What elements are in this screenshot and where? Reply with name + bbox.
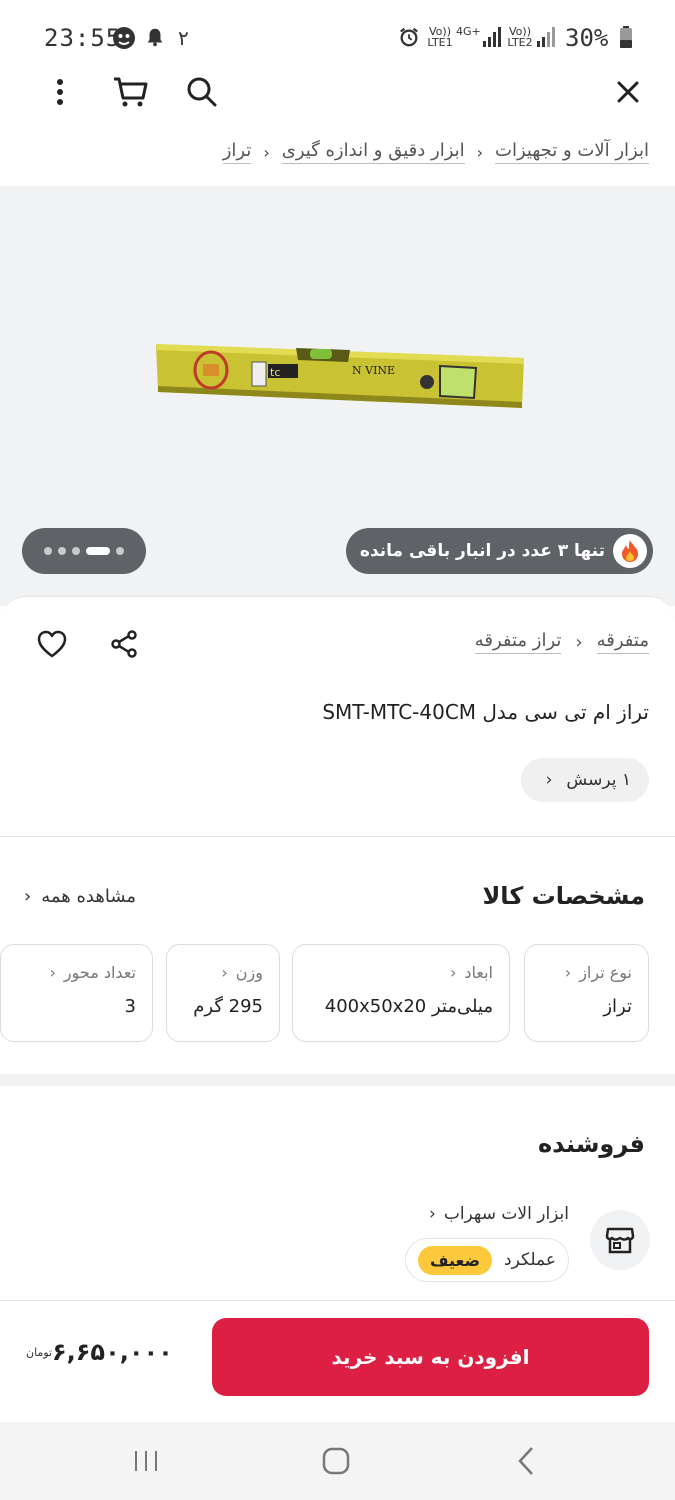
alarm-icon	[398, 26, 420, 48]
system-nav-bar	[0, 1422, 675, 1500]
spec-label: نوع تراز	[579, 963, 632, 982]
more-options-button[interactable]	[38, 70, 82, 114]
product-image-brand: N VINE	[352, 364, 395, 377]
bell-icon	[144, 26, 166, 48]
seller-heading: فروشنده	[538, 1130, 645, 1158]
breadcrumb-item-tools[interactable]: ابزار آلات و تجهیزات	[495, 140, 649, 164]
search-icon	[187, 77, 217, 107]
pagination-dot-active[interactable]	[86, 547, 110, 555]
spec-value: 3	[124, 996, 136, 1017]
pagination-dot[interactable]	[58, 547, 66, 555]
spec-card-level-type[interactable]: نوع تراز ‹ تراز	[524, 944, 649, 1042]
back-icon	[518, 1447, 533, 1475]
price: ۶,۶۵۰,۰۰۰	[52, 1338, 173, 1366]
currency: تومان	[26, 1346, 53, 1359]
status-bar: 23:55 ۲ Vo)) LTE1 4G+ Vo)) LTE2 30%	[0, 0, 675, 64]
sim2-lte: LTE2	[507, 36, 533, 49]
product-title: تراز ام تی سی مدل SMT-MTC-40CM	[322, 700, 649, 724]
questions-button[interactable]: ۱ پرسش ‹	[521, 758, 649, 802]
favorite-button[interactable]	[32, 624, 72, 664]
cart-icon	[114, 77, 148, 107]
status-time: 23:55	[44, 24, 122, 52]
spec-value: 295 گرم	[193, 996, 263, 1017]
pagination-dot[interactable]	[44, 547, 52, 555]
spec-label: ابعاد	[464, 963, 493, 982]
back-button[interactable]	[504, 1444, 548, 1478]
close-icon	[617, 81, 639, 103]
section-separator	[0, 1074, 675, 1086]
seller-link[interactable]: ابزار الات سهراب ‹	[429, 1204, 569, 1224]
close-button[interactable]	[606, 70, 650, 114]
product-image-brand-short: tc	[270, 366, 280, 379]
seller-performance: عملکرد ضعیف	[404, 1238, 569, 1282]
share-icon	[111, 630, 137, 658]
home-icon	[322, 1447, 350, 1475]
signal-icon	[482, 26, 504, 48]
breadcrumb: ابزار آلات و تجهیزات ‹ ابزار دقیق و اندا…	[222, 140, 649, 164]
spec-value: میلی‌متر 400x50x20	[324, 996, 493, 1017]
see-all-specs-button[interactable]: مشاهده همه ‹	[24, 886, 136, 907]
breadcrumb-item-precision[interactable]: ابزار دقیق و اندازه گیری	[281, 140, 465, 164]
network-type: 4G+	[456, 25, 481, 38]
sim1-indicator: Vo)) LTE1	[426, 26, 454, 48]
chevron-left-icon: ‹	[545, 770, 553, 790]
chevron-left-icon: ‹	[221, 963, 228, 982]
specs-heading: مشخصات کالا	[482, 882, 645, 910]
category-link[interactable]: متفرقه	[596, 630, 649, 654]
battery-icon	[620, 26, 642, 48]
chevron-left-icon: ‹	[449, 963, 457, 982]
spec-value: تراز	[603, 996, 632, 1017]
spec-card-dimensions[interactable]: ابعاد ‹ میلی‌متر 400x50x20	[292, 944, 510, 1042]
share-button[interactable]	[104, 624, 144, 664]
chevron-left-icon: ‹	[575, 631, 583, 653]
cart-button[interactable]	[108, 70, 152, 114]
more-vertical-icon	[57, 79, 63, 105]
questions-count: ۱ پرسش	[566, 770, 631, 790]
gallery-pagination[interactable]	[22, 528, 146, 574]
fire-icon	[613, 534, 647, 568]
battery-percent: 30%	[565, 24, 609, 52]
stock-text: تنها ۳ عدد در انبار باقی مانده	[359, 541, 605, 561]
divider	[0, 836, 675, 837]
ghost-notification-icon	[112, 26, 135, 49]
subcategory-link[interactable]: تراز متفرقه	[474, 630, 562, 654]
pagination-dot[interactable]	[72, 547, 80, 555]
chevron-left-icon: ‹	[564, 963, 572, 982]
breadcrumb-item-level[interactable]: تراز	[222, 140, 252, 164]
top-app-bar	[0, 64, 675, 120]
stock-badge: تنها ۳ عدد در انبار باقی مانده	[345, 528, 653, 574]
add-to-cart-button[interactable]: افزودن به سبد خرید	[212, 1318, 649, 1396]
shop-icon	[605, 1227, 635, 1254]
seller-name: ابزار الات سهراب	[443, 1204, 569, 1224]
recent-apps-icon	[135, 1451, 157, 1471]
heart-icon	[37, 630, 67, 658]
shop-avatar	[590, 1210, 650, 1270]
spec-card-weight[interactable]: وزن ‹ 295 گرم	[166, 944, 280, 1042]
sim2-indicator: Vo)) LTE2	[506, 26, 534, 48]
performance-badge: ضعیف	[417, 1245, 493, 1275]
pagination-dot[interactable]	[116, 547, 124, 555]
spec-label: تعداد محور	[63, 963, 136, 982]
product-category-path: متفرقه ‹ تراز متفرقه	[474, 630, 649, 654]
chevron-left-icon: ‹	[263, 142, 270, 162]
see-all-label: مشاهده همه	[41, 886, 137, 907]
search-button[interactable]	[180, 70, 224, 114]
home-button[interactable]	[314, 1444, 358, 1478]
signal-icon-2	[536, 26, 558, 48]
chevron-left-icon: ‹	[24, 886, 32, 907]
chevron-left-icon: ‹	[49, 963, 56, 982]
spec-card-axis-count[interactable]: تعداد محور ‹ 3	[0, 944, 153, 1042]
performance-label: عملکرد	[504, 1250, 556, 1270]
notification-count: ۲	[178, 26, 189, 50]
sim1-lte: LTE1	[427, 36, 453, 49]
chevron-left-icon: ‹	[429, 1204, 436, 1224]
chevron-left-icon: ‹	[476, 142, 484, 162]
recent-apps-button[interactable]	[124, 1444, 168, 1478]
spec-label: وزن	[235, 963, 263, 982]
